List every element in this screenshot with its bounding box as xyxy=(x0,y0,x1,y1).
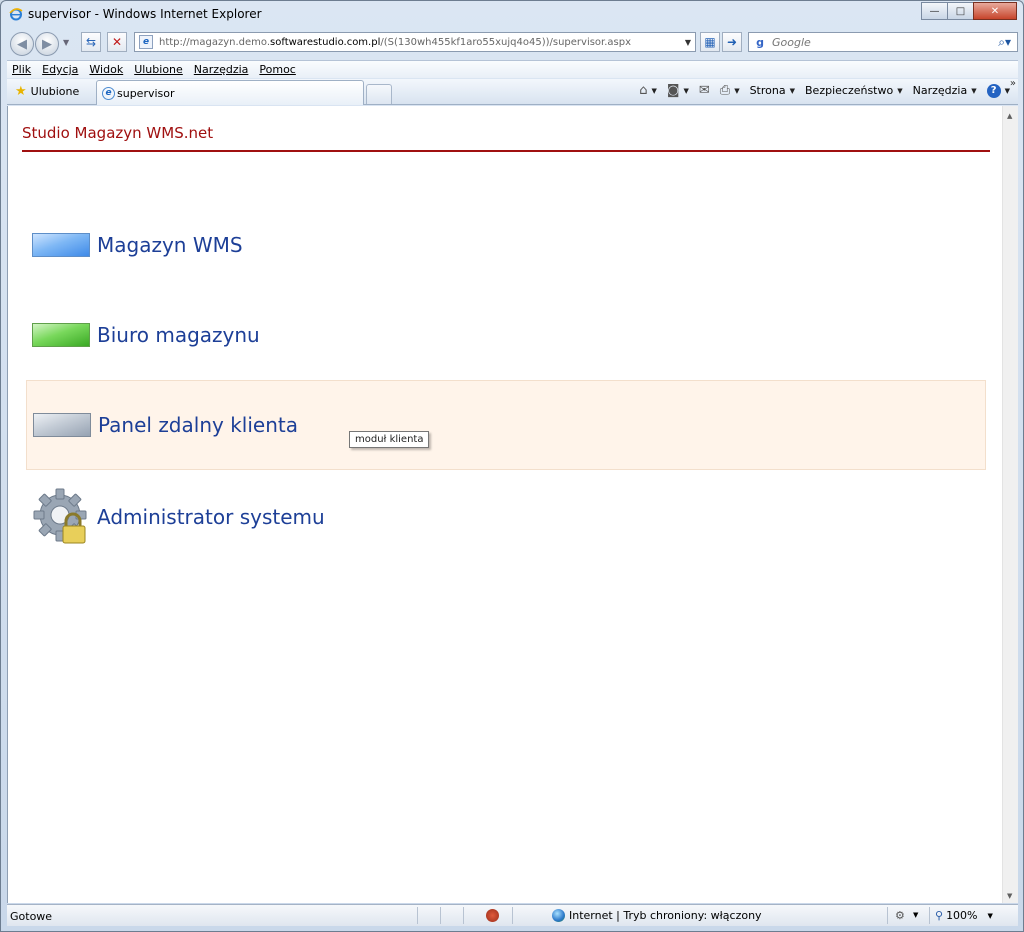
command-bar: ⌂ ▼ ◙ ▼ ✉ ⎙ ▼ Strona ▼ Bezpieczeństwo ▼ Narzę… xyxy=(629,83,1010,98)
browser-window: supervisor - Windows Internet Explorer —… xyxy=(0,0,1024,932)
new-tab-button[interactable] xyxy=(366,84,392,104)
chevron-right-icon[interactable]: » xyxy=(1010,78,1016,89)
menu-bar: Plik Edycja Widok Ulubione Narzędzia Pom… xyxy=(7,60,1018,78)
window-title: supervisor - Windows Internet Explorer xyxy=(28,7,262,21)
privacy-icon[interactable] xyxy=(486,909,499,922)
ie-logo-icon xyxy=(9,8,23,21)
protected-mode-icon[interactable]: ⚙ xyxy=(895,909,905,922)
module-label[interactable]: Magazyn WMS xyxy=(97,233,243,257)
module-label[interactable]: Panel zdalny klienta xyxy=(98,413,298,437)
tooltip: moduł klienta xyxy=(349,431,430,448)
module-magazyn-wms[interactable]: Magazyn WMS xyxy=(26,200,986,290)
help-icon: ? xyxy=(986,83,1001,98)
compatibility-icon: ▦ xyxy=(704,35,716,49)
compatibility-view-button[interactable]: ▦ xyxy=(700,32,720,52)
module-biuro-magazynu[interactable]: Biuro magazynu xyxy=(26,290,986,380)
globe-icon xyxy=(552,909,565,922)
back-arrow-icon: ◀ xyxy=(17,36,27,52)
go-button[interactable]: ➜ xyxy=(722,32,742,52)
feeds-button[interactable]: ◙ ▼ xyxy=(667,83,689,98)
menu-ulubione[interactable]: Ulubione xyxy=(129,63,188,76)
module-label[interactable]: Administrator systemu xyxy=(97,505,325,529)
minimize-button[interactable]: — xyxy=(921,2,948,20)
menu-widok[interactable]: Widok xyxy=(84,63,128,76)
tools-menu-button[interactable]: Narzędzia ▼ xyxy=(913,84,977,97)
forward-arrow-icon: ▶ xyxy=(42,36,52,52)
chevron-down-icon[interactable]: ▼ xyxy=(913,911,918,919)
go-arrow-icon: ➜ xyxy=(726,35,738,49)
home-button[interactable]: ⌂ ▼ xyxy=(639,83,657,98)
mail-icon: ✉ xyxy=(698,83,710,98)
gray-module-icon xyxy=(33,413,91,437)
stop-icon: ✕ xyxy=(111,35,123,49)
security-zone[interactable]: Internet | Tryb chroniony: włączony xyxy=(552,909,762,922)
title-bar: supervisor - Windows Internet Explorer —… xyxy=(1,1,1023,29)
refresh-button[interactable]: ⇆ xyxy=(81,32,101,52)
blue-module-icon xyxy=(32,233,90,257)
search-placeholder: Google xyxy=(772,35,811,49)
page-menu-button[interactable]: Strona ▼ xyxy=(750,84,795,97)
history-dropdown-icon[interactable]: ▼ xyxy=(63,38,69,47)
zoom-control[interactable]: ⚲ 100% ▼ xyxy=(935,909,993,922)
google-icon: g xyxy=(756,35,764,49)
maximize-button[interactable]: □ xyxy=(947,2,974,20)
home-icon: ⌂ xyxy=(639,83,648,98)
search-icon[interactable]: ⌕▾ xyxy=(998,35,1011,50)
status-bar: Gotowe Internet | Tryb chroniony: włączo… xyxy=(7,904,1018,926)
status-text: Gotowe xyxy=(10,910,53,923)
back-button[interactable]: ◀ xyxy=(10,32,34,56)
address-dropdown-icon[interactable]: ▼ xyxy=(685,38,691,47)
favorites-label: Ulubione xyxy=(30,85,80,98)
gear-lock-icon xyxy=(32,487,92,547)
module-label[interactable]: Biuro magazynu xyxy=(97,323,260,347)
printer-icon: ⎙ xyxy=(719,83,731,98)
navigation-bar: ◀ ▶ ▼ ⇆ ✕ e http://magazyn.demo.software… xyxy=(1,29,1023,59)
close-button[interactable]: ✕ xyxy=(973,2,1017,20)
favorites-bar: ★ Ulubione e supervisor ⌂ ▼ ◙ ▼ ✉ ⎙ ▼ Stron… xyxy=(7,78,1018,105)
favorites-button[interactable]: ★ Ulubione xyxy=(15,84,79,99)
menu-pomoc[interactable]: Pomoc xyxy=(254,63,300,76)
menu-narzedzia[interactable]: Narzędzia xyxy=(189,63,254,76)
menu-edycja[interactable]: Edycja xyxy=(37,63,83,76)
rss-icon: ◙ xyxy=(666,83,680,98)
search-box[interactable]: g Google ⌕▾ xyxy=(748,32,1018,52)
print-button[interactable]: ⎙ ▼ xyxy=(720,83,740,98)
tab-supervisor[interactable]: e supervisor xyxy=(96,80,364,105)
page-icon: e xyxy=(139,35,153,49)
menu-plik[interactable]: Plik xyxy=(7,63,36,76)
address-bar[interactable]: e http://magazyn.demo.softwarestudio.com… xyxy=(134,32,696,52)
tab-title: supervisor xyxy=(117,86,175,100)
zoom-icon: ⚲ xyxy=(935,909,944,922)
refresh-icon: ⇆ xyxy=(85,35,97,49)
module-administrator-systemu[interactable]: Administrator systemu xyxy=(26,472,986,562)
page-content: Studio Magazyn WMS.net Magazyn WMS Biuro… xyxy=(7,106,1002,903)
stop-button[interactable]: ✕ xyxy=(107,32,127,52)
mail-button[interactable]: ✉ xyxy=(699,83,710,98)
star-icon: ★ xyxy=(15,84,27,99)
green-module-icon xyxy=(32,323,90,347)
vertical-scrollbar[interactable]: ▲ ▼ xyxy=(1002,106,1018,903)
help-button[interactable]: ? ▼ xyxy=(986,83,1010,98)
ie-page-icon: e xyxy=(102,86,115,100)
header-divider xyxy=(22,150,990,152)
chevron-down-icon: ▼ xyxy=(987,911,993,920)
safety-menu-button[interactable]: Bezpieczeństwo ▼ xyxy=(805,84,903,97)
site-title: Studio Magazyn WMS.net xyxy=(22,124,214,142)
forward-button[interactable]: ▶ xyxy=(35,32,59,56)
url-text: http://magazyn.demo.softwarestudio.com.p… xyxy=(159,36,632,48)
module-panel-zdalny-klienta[interactable]: Panel zdalny klienta xyxy=(26,380,986,470)
scroll-down-icon[interactable]: ▼ xyxy=(1007,892,1012,900)
scroll-up-icon[interactable]: ▲ xyxy=(1007,112,1012,120)
